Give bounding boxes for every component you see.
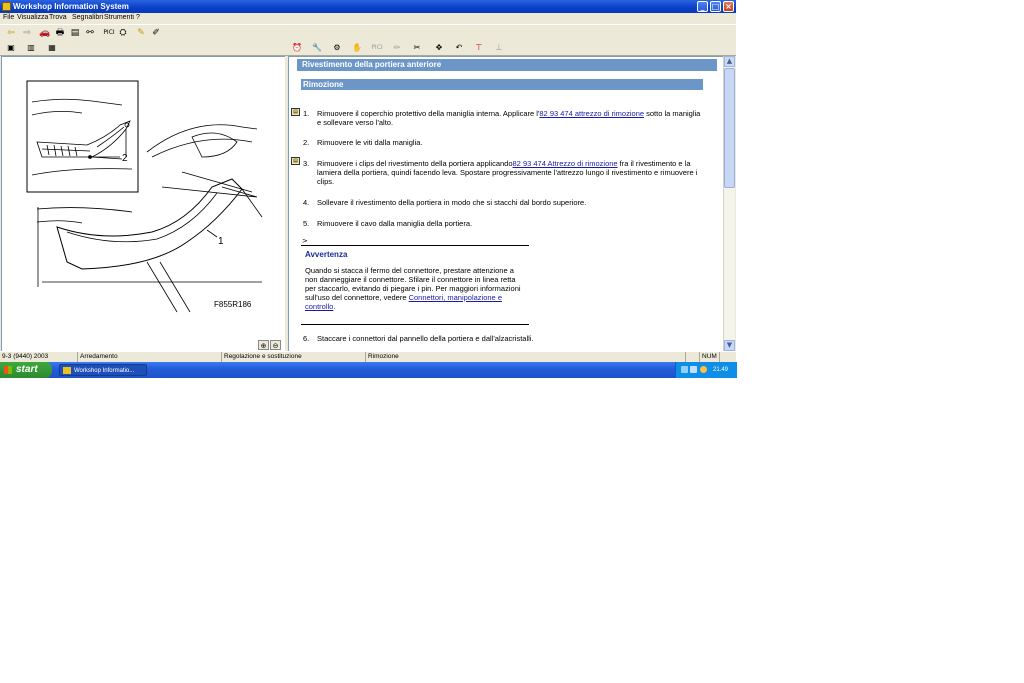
secondary-toolbar: ▣ ▥ ▦ ⏰ 🔧 ⚙ ✋ PICI ✏ ✂ ✥ ↶ ⊤ ⊥ <box>0 42 736 56</box>
status-num: NUM <box>700 352 720 362</box>
callout-2: 2 <box>122 153 128 164</box>
window-title: Workshop Information System <box>13 2 129 11</box>
document-title: Rivestimento della portiera anteriore <box>297 59 717 71</box>
tool-icon[interactable]: ⛭ <box>117 27 129 39</box>
network-icon[interactable] <box>681 366 688 373</box>
scroll-thumb[interactable] <box>724 68 735 188</box>
status-operation: Regolazione e sostituzione <box>222 352 366 362</box>
step-icon[interactable]: ▣ <box>5 42 17 54</box>
binoculars-icon[interactable]: ⚯ <box>84 27 96 39</box>
car-icon[interactable]: 🚗 <box>39 27 51 39</box>
expand-marker[interactable]: > <box>302 237 308 245</box>
forward-arrow-icon[interactable]: ⇨ <box>21 27 33 39</box>
warning-box: Avvertenza Quando si stacca il fermo del… <box>301 245 529 325</box>
highlighter-icon[interactable]: ✎ <box>135 27 147 39</box>
menu-trova[interactable]: Trova <box>49 14 67 21</box>
system-tray: 21.49 <box>675 362 737 378</box>
illustration-pane: 1 2 F855R186 ⊕ ⊖ <box>1 56 286 353</box>
title-bar[interactable]: Workshop Information System _ □ × <box>0 0 736 13</box>
zoom-out-icon[interactable]: ⊖ <box>270 340 281 350</box>
application-window: Workshop Information System _ □ × File V… <box>0 0 737 378</box>
scroll-up-icon[interactable]: ▲ <box>724 56 735 67</box>
menu-segnalibri[interactable]: Segnalibri <box>72 14 103 21</box>
app-taskbar-icon <box>63 367 71 374</box>
door-trim-illustration: 1 2 F855R186 <box>26 80 263 313</box>
pen-icon[interactable]: ✏ <box>391 42 403 54</box>
section-title: Rimozione <box>301 79 703 90</box>
tool-marker-icon[interactable]: ▤ <box>291 108 300 116</box>
menu-help[interactable]: ? <box>136 14 140 21</box>
pici-button[interactable]: PICI <box>102 27 116 39</box>
tool-link-2[interactable]: 82 93 474 Attrezzo di rimozione <box>513 159 618 168</box>
status-blank <box>686 352 700 362</box>
wrench-icon[interactable]: 🔧 <box>311 42 323 54</box>
tool-link-1[interactable]: 82 93 474 attrezzo di rimozione <box>539 109 644 118</box>
taskbar: start Workshop Informatio... 21.49 <box>0 362 737 378</box>
torque-icon[interactable]: ⊤ <box>473 42 485 54</box>
minimize-button[interactable]: _ <box>697 1 708 12</box>
menu-strumenti[interactable]: Strumenti <box>104 14 134 21</box>
windows-logo-icon <box>4 366 12 374</box>
main-toolbar: ⇦ ⇨ 🚗 🖶 ▤ ⚯ PICI ⛭ ✎ ✐ <box>0 24 736 43</box>
figure-reference: F855R186 <box>214 300 252 309</box>
close-button[interactable]: × <box>723 1 734 12</box>
document-icon[interactable]: ▤ <box>69 27 81 39</box>
status-group: Arredamento <box>78 352 222 362</box>
status-extra <box>720 352 736 362</box>
taskbar-item-workshop[interactable]: Workshop Informatio... <box>59 364 147 376</box>
maximize-button[interactable]: □ <box>710 1 721 12</box>
undo-icon[interactable]: ↶ <box>453 42 465 54</box>
tools-icon[interactable]: ✂ <box>411 42 423 54</box>
parts-icon[interactable]: ⚙ <box>331 42 343 54</box>
pici-button-2[interactable]: PICI <box>371 42 383 54</box>
warning-title: Avvertenza <box>305 250 348 259</box>
status-bar: 9-3 (9440) 2003 Arredamento Regolazione … <box>0 351 736 362</box>
callout-1: 1 <box>218 236 224 247</box>
tool-marker-icon-2[interactable]: ▤ <box>291 157 300 165</box>
move-icon[interactable]: ✥ <box>433 42 445 54</box>
zoom-in-icon[interactable]: ⊕ <box>258 340 269 350</box>
scroll-down-icon[interactable]: ▼ <box>724 340 735 351</box>
document-pane: Rivestimento della portiera anteriore Ri… <box>288 56 725 353</box>
security-icon[interactable] <box>700 366 707 373</box>
start-button[interactable]: start <box>0 362 52 378</box>
notes-icon[interactable]: ✐ <box>150 27 162 39</box>
status-model: 9-3 (9440) 2003 <box>0 352 78 362</box>
list-icon[interactable]: ▦ <box>46 42 58 54</box>
volume-icon[interactable] <box>690 366 697 373</box>
hand-icon[interactable]: ✋ <box>351 42 363 54</box>
vertical-scrollbar[interactable]: ▲ ▼ <box>723 56 735 351</box>
menu-bar: File Visualizza Trova Segnalibri Strumen… <box>0 13 736 24</box>
status-section: Rimozione <box>366 352 686 362</box>
view-icon[interactable]: ▥ <box>25 42 37 54</box>
alarm-icon[interactable]: ⏰ <box>291 42 303 54</box>
back-arrow-icon[interactable]: ⇦ <box>5 27 17 39</box>
menu-file[interactable]: File <box>3 14 14 21</box>
clock[interactable]: 21.49 <box>713 362 728 378</box>
app-icon <box>2 2 11 11</box>
print-icon[interactable]: 🖶 <box>54 27 66 39</box>
lift-icon[interactable]: ⊥ <box>493 42 505 54</box>
menu-visualizza[interactable]: Visualizza <box>17 14 48 21</box>
